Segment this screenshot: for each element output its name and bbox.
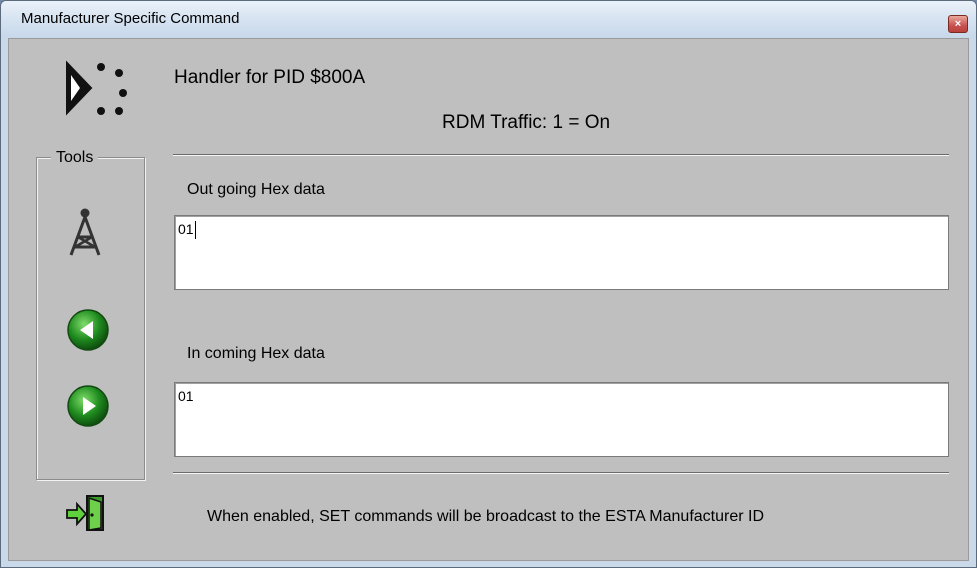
close-button[interactable]: × bbox=[948, 15, 968, 33]
handler-heading: Handler for PID $800A bbox=[174, 67, 366, 88]
title-bar[interactable]: Manufacturer Specific Command × bbox=[1, 1, 976, 38]
outgoing-hex-value: 01 bbox=[178, 221, 194, 237]
bottom-divider bbox=[173, 472, 949, 474]
exit-door-icon[interactable] bbox=[65, 494, 109, 534]
tools-group-label: Tools bbox=[51, 149, 99, 167]
rdm-traffic-status: RDM Traffic: 1 = On bbox=[442, 112, 611, 133]
incoming-hex-input[interactable]: 01 bbox=[174, 382, 949, 457]
app-logo-icon bbox=[66, 60, 127, 116]
close-icon: × bbox=[954, 18, 962, 30]
incoming-hex-label: In coming Hex data bbox=[187, 345, 325, 362]
window-title: Manufacturer Specific Command bbox=[21, 10, 240, 27]
outgoing-hex-label: Out going Hex data bbox=[187, 181, 325, 198]
dialog-body: Handler for PID $800A RDM Traffic: 1 = O… bbox=[8, 38, 969, 561]
forward-arrow-icon[interactable] bbox=[66, 384, 110, 428]
antenna-tower-icon[interactable] bbox=[65, 207, 105, 259]
text-caret bbox=[195, 221, 196, 239]
top-divider bbox=[173, 154, 949, 156]
manufacturer-command-window: Manufacturer Specific Command × Handler … bbox=[0, 0, 977, 568]
back-arrow-icon[interactable] bbox=[66, 308, 110, 352]
broadcast-note: When enabled, SET commands will be broad… bbox=[207, 508, 765, 525]
incoming-hex-value: 01 bbox=[178, 388, 194, 404]
outgoing-hex-input[interactable]: 01 bbox=[174, 215, 949, 290]
